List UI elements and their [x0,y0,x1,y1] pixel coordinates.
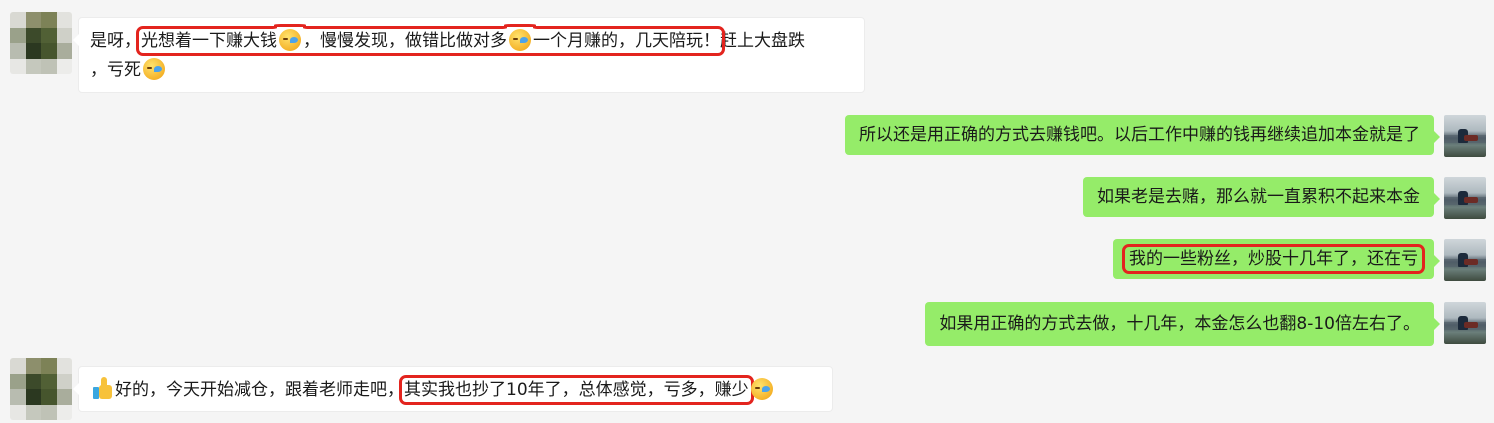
message-text: 好的，今天开始减仓，跟着老师走吧， [115,380,404,400]
message-text: 是呀， [90,31,141,51]
message-text: 如果老是去赌，那么就一直累积不起来本金 [1097,187,1420,207]
laughing-tears-emoji-icon [143,58,165,80]
laughing-tears-emoji-icon [279,29,301,51]
message-text: 赶上大盘跌 [720,31,805,51]
laughing-tears-emoji-icon [750,378,773,400]
contact-avatar[interactable] [10,358,72,420]
outgoing-message[interactable]: 如果用正确的方式去做，十几年，本金怎么也翻8-10倍左右了。 [925,302,1440,346]
message-text: 如果用正确的方式去做，十几年，本金怎么也翻8-10倍左右了。 [939,314,1420,334]
message-text: 我的一些粉丝，炒股十几年了，还在亏 [1122,244,1425,274]
user-avatar[interactable] [1444,115,1486,157]
outgoing-message[interactable]: 所以还是用正确的方式去赚钱吧。以后工作中赚的钱再继续追加本金就是了 [845,115,1440,155]
contact-avatar[interactable] [10,12,72,74]
user-avatar[interactable] [1444,177,1486,219]
thumbs-up-icon [93,377,113,399]
user-avatar[interactable] [1444,302,1486,344]
outgoing-message[interactable]: 如果老是去赌，那么就一直累积不起来本金 [1083,177,1440,217]
incoming-message[interactable]: 是呀，光想着一下赚大钱 ，慢慢发现，做错比做对多 一个月赚的，几天陪玩！赶上大盘跌 … [73,17,865,93]
message-text: 所以还是用正确的方式去赚钱吧。以后工作中赚的钱再继续追加本金就是了 [859,125,1420,145]
user-avatar[interactable] [1444,239,1486,281]
highlighted-text: 光想着一下赚大钱 ，慢慢发现，做错比做对多 一个月赚的，几天陪玩！ [136,26,725,56]
laughing-tears-emoji-icon [509,29,531,51]
outgoing-message[interactable]: 我的一些粉丝，炒股十几年了，还在亏 [1113,239,1440,279]
incoming-message[interactable]: 好的，今天开始减仓，跟着老师走吧，其实我也抄了10年了，总体感觉，亏多，赚少 [73,366,833,412]
highlighted-text: 其实我也抄了10年了，总体感觉，亏多，赚少 [399,375,754,405]
message-text: ，亏死 [90,60,141,80]
